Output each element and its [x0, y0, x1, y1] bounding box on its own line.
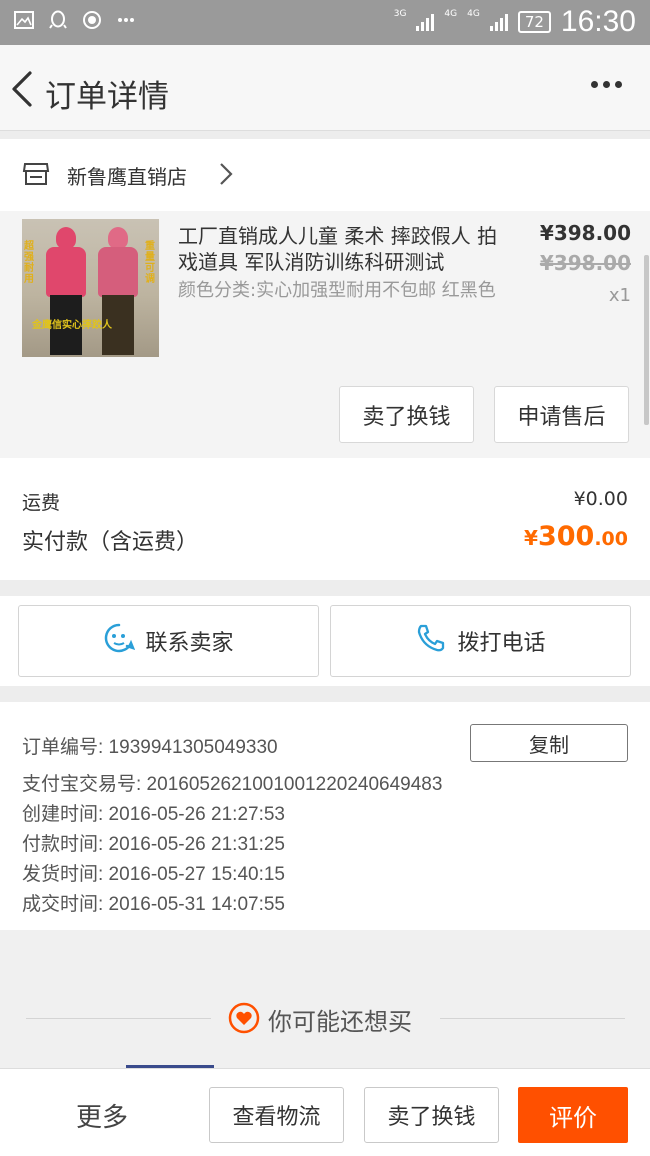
shipping-value: ¥0.00 — [573, 488, 628, 510]
network-type-3: 4G — [467, 8, 480, 19]
call-phone-button[interactable]: 拨打电话 — [330, 605, 631, 677]
more-dots-icon — [116, 10, 136, 30]
bottom-action-bar: 更多 查看物流 卖了换钱 评价 — [0, 1068, 650, 1156]
order-number: 订单编号: 1939941305049330 — [22, 737, 278, 758]
review-button[interactable]: 评价 — [518, 1087, 628, 1143]
paid-amount: ¥300.00 — [524, 521, 628, 552]
call-phone-label: 拨打电话 — [457, 631, 546, 656]
phone-icon — [415, 622, 447, 660]
product-title[interactable]: 工厂直销成人儿童 柔术 摔跤假人 拍戏道具 军队消防训练科研测试 — [178, 223, 508, 275]
image-label-left: 超强耐用 — [24, 241, 34, 285]
battery-icon: 72 — [517, 11, 551, 33]
shop-row[interactable]: 新鲁鹰直销店 — [0, 139, 650, 211]
scrollbar-thumb[interactable] — [644, 255, 649, 425]
contact-seller-label: 联系卖家 — [145, 631, 234, 656]
divider-right — [440, 1018, 625, 1019]
back-arrow-icon[interactable] — [8, 69, 38, 109]
dummy-figure-red — [42, 227, 90, 355]
product-image[interactable]: 超强耐用 重量可调 金鹰信实心摔跤人 — [22, 219, 159, 357]
status-left-icons — [14, 10, 136, 30]
chat-face-icon — [103, 622, 136, 660]
store-icon — [22, 161, 50, 191]
product-original-price: ¥398.00 — [539, 251, 631, 275]
qq-icon — [48, 10, 68, 30]
alipay-trade-number: 支付宝交易号: 2016052621001001220240649483 — [22, 774, 443, 795]
more-button[interactable]: 更多 — [76, 1097, 128, 1134]
resell-button[interactable]: 卖了换钱 — [339, 386, 474, 443]
shop-name[interactable]: 新鲁鹰直销店 — [67, 161, 187, 190]
completed-time: 成交时间: 2016-05-31 14:07:55 — [22, 894, 285, 915]
signal-bars-icon-2 — [489, 13, 508, 31]
record-icon — [82, 10, 102, 30]
chevron-right-icon — [218, 161, 234, 191]
product-quantity: x1 — [608, 285, 631, 306]
product-sku: 颜色分类:实心加强型耐用不包邮 红黑色 — [178, 280, 496, 301]
image-label-right: 重量可调 — [145, 241, 155, 285]
image-icon — [14, 10, 34, 30]
divider-left — [26, 1018, 211, 1019]
page-title: 订单详情 — [45, 79, 169, 115]
created-time: 创建时间: 2016-05-26 21:27:53 — [22, 804, 285, 825]
contact-seller-button[interactable]: 联系卖家 — [18, 605, 319, 677]
totals-section: 运费 ¥0.00 实付款（含运费） ¥300.00 — [0, 458, 650, 580]
recommend-section: 你可能还想买 — [0, 930, 650, 1070]
network-type-2: 4G — [444, 8, 458, 19]
more-menu-icon[interactable] — [591, 81, 622, 88]
network-type-1: 3G — [393, 8, 407, 19]
paid-time: 付款时间: 2016-05-26 21:31:25 — [22, 834, 285, 855]
status-right: 3G 4G 4G 72 16:30 — [394, 5, 636, 39]
dummy-figure-brown — [94, 227, 142, 355]
after-sales-button[interactable]: 申请售后 — [494, 386, 629, 443]
product-price: ¥398.00 — [539, 221, 631, 245]
shipped-time: 发货时间: 2016-05-27 15:40:15 — [22, 864, 285, 885]
status-bar: 3G 4G 4G 72 16:30 — [0, 0, 650, 45]
copy-button[interactable]: 复制 — [470, 724, 628, 762]
signal-bars-icon — [416, 13, 435, 31]
shipping-label: 运费 — [22, 492, 61, 514]
title-bar: 订单详情 — [0, 45, 650, 131]
view-logistics-button[interactable]: 查看物流 — [209, 1087, 344, 1143]
contact-section: 联系卖家 拨打电话 — [0, 596, 650, 686]
recommend-title: 你可能还想买 — [268, 1008, 412, 1036]
clock: 16:30 — [560, 5, 636, 38]
resell-bottom-button[interactable]: 卖了换钱 — [364, 1087, 499, 1143]
paid-label: 实付款（含运费） — [22, 530, 199, 555]
heart-icon — [228, 1002, 260, 1038]
image-caption: 金鹰信实心摔跤人 — [32, 320, 112, 331]
product-card[interactable]: 超强耐用 重量可调 金鹰信实心摔跤人 工厂直销成人儿童 柔术 摔跤假人 拍戏道具… — [0, 211, 650, 458]
order-info-section: 订单编号: 1939941305049330 复制 支付宝交易号: 201605… — [0, 702, 650, 930]
